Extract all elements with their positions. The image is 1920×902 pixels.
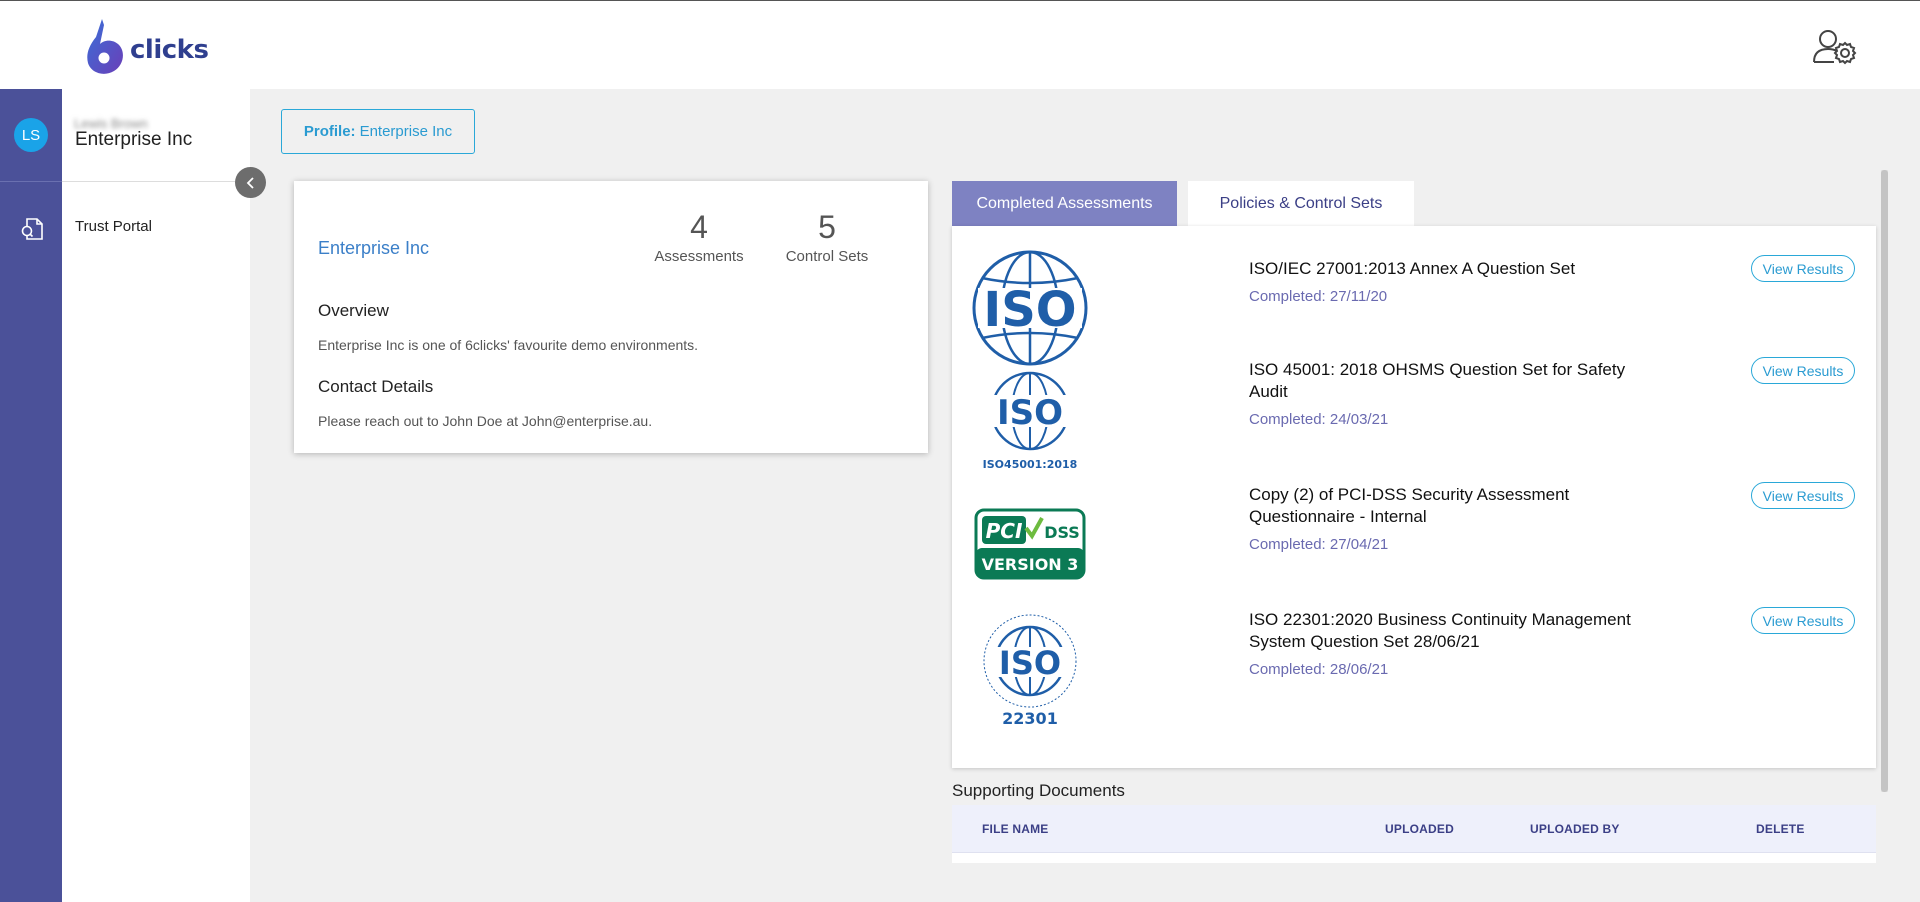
- pci-dss-logo-text: VERSION 3: [982, 555, 1079, 574]
- view-results-button[interactable]: View Results: [1751, 482, 1855, 509]
- supporting-documents-title: Supporting Documents: [952, 781, 1125, 800]
- assessment-title: ISO/IEC 27001:2013 Annex A Question Set: [1249, 259, 1576, 278]
- column-delete[interactable]: DELETE: [1756, 822, 1805, 836]
- user-settings-icon[interactable]: [1812, 28, 1858, 66]
- iso-22301-logo-text: 22301: [1002, 709, 1058, 728]
- documents-table-header: FILE NAME UPLOADED UPLOADED BY DELETE: [952, 805, 1876, 853]
- contact-heading: Contact Details: [318, 377, 434, 396]
- overview-text: Enterprise Inc is one of 6clicks' favour…: [318, 337, 699, 353]
- app-logo[interactable]: clicks: [84, 17, 209, 75]
- scrollbar-thumb[interactable]: [1881, 170, 1888, 792]
- tab-completed-assessments[interactable]: Completed Assessments: [952, 181, 1177, 226]
- iso-45001-logo-text: ISO45001:2018: [983, 458, 1078, 471]
- left-rail: LS: [0, 89, 62, 902]
- control-sets-count: 5: [818, 209, 836, 245]
- iso-22301-logo: ISO 22301: [983, 614, 1077, 728]
- nav-divider: [62, 181, 250, 182]
- profile-selector[interactable]: Profile: Enterprise Inc: [281, 109, 475, 154]
- view-results-button[interactable]: View Results: [1751, 255, 1855, 282]
- avatar[interactable]: LS: [14, 118, 48, 152]
- assessment-row: PCI DSS VERSION 3 Copy (2) of PCI-DSS Se…: [952, 476, 1876, 601]
- assessments-stat: 4 Assessments: [649, 209, 749, 265]
- column-uploaded[interactable]: UPLOADED: [1385, 822, 1454, 836]
- view-results-button[interactable]: View Results: [1751, 357, 1855, 384]
- six-logo-icon: [87, 19, 123, 74]
- overview-heading: Overview: [318, 301, 389, 320]
- chevron-left-icon: [246, 176, 254, 189]
- assessments-label: Assessments: [654, 248, 744, 265]
- iso-45001-logo: ISO ISO45001:2018: [983, 371, 1078, 471]
- profile-label: Profile:: [303, 123, 356, 140]
- iso-globe-logo: ISO: [972, 250, 1088, 366]
- assessment-row: ISO ISO/IEC 27001:2013 Annex A Question …: [952, 226, 1876, 366]
- rail-divider: [0, 181, 62, 182]
- svg-text:ISO: ISO: [999, 644, 1061, 682]
- document-icon[interactable]: [19, 216, 45, 242]
- tab-policies-control-sets[interactable]: Policies & Control Sets: [1188, 181, 1414, 226]
- documents-table-body: [952, 853, 1876, 863]
- assessment-row: ISO ISO45001:2018 ISO 45001: 2018 OHSMS …: [952, 351, 1876, 476]
- pci-dss-logo: PCI DSS VERSION 3: [974, 508, 1086, 580]
- view-results-button[interactable]: View Results: [1751, 607, 1855, 634]
- control-sets-label: Control Sets: [785, 248, 869, 265]
- svg-text:PCI: PCI: [986, 519, 1023, 543]
- assessment-title: Copy (2) of PCI-DSS Security Assessment …: [1249, 485, 1570, 526]
- control-sets-stat: 5 Control Sets: [777, 209, 877, 265]
- assessment-completed-date: Completed: 24/03/21: [1249, 411, 1389, 428]
- svg-text:ISO: ISO: [997, 393, 1063, 433]
- assessment-title: ISO 45001: 2018 OHSMS Question Set for S…: [1249, 360, 1626, 401]
- column-uploaded-by[interactable]: UPLOADED BY: [1530, 822, 1620, 836]
- assessments-count: 4: [690, 209, 708, 245]
- assessment-completed-date: Completed: 28/06/21: [1249, 661, 1389, 678]
- contact-text: Please reach out to John Doe at John@ent…: [318, 413, 653, 429]
- assessment-row: ISO 22301 ISO 22301:2020 Business Contin…: [952, 601, 1876, 728]
- svg-text:DSS: DSS: [1044, 523, 1080, 542]
- svg-text:ISO: ISO: [983, 282, 1076, 338]
- assessment-completed-date: Completed: 27/11/20: [1249, 288, 1388, 305]
- nav-panel: Lewis Brown Enterprise Inc Trust Portal: [62, 89, 250, 902]
- org-name: Enterprise Inc: [318, 238, 430, 258]
- org-card: Enterprise Inc 4 Assessments 5 Control S…: [294, 181, 928, 453]
- nav-item-trust-portal[interactable]: Trust Portal: [75, 218, 152, 235]
- assessments-panel: ISO ISO/IEC 27001:2013 Annex A Question …: [952, 226, 1876, 768]
- top-header: clicks: [0, 0, 1920, 89]
- logo-text: clicks: [130, 35, 209, 65]
- collapse-sidebar-button[interactable]: [235, 167, 266, 198]
- assessment-title: ISO 22301:2020 Business Continuity Manag…: [1249, 610, 1631, 651]
- column-file-name[interactable]: FILE NAME: [982, 822, 1048, 836]
- profile-value: Enterprise Inc: [359, 123, 453, 140]
- assessment-completed-date: Completed: 27/04/21: [1249, 536, 1389, 553]
- nav-org-name: Enterprise Inc: [75, 129, 193, 150]
